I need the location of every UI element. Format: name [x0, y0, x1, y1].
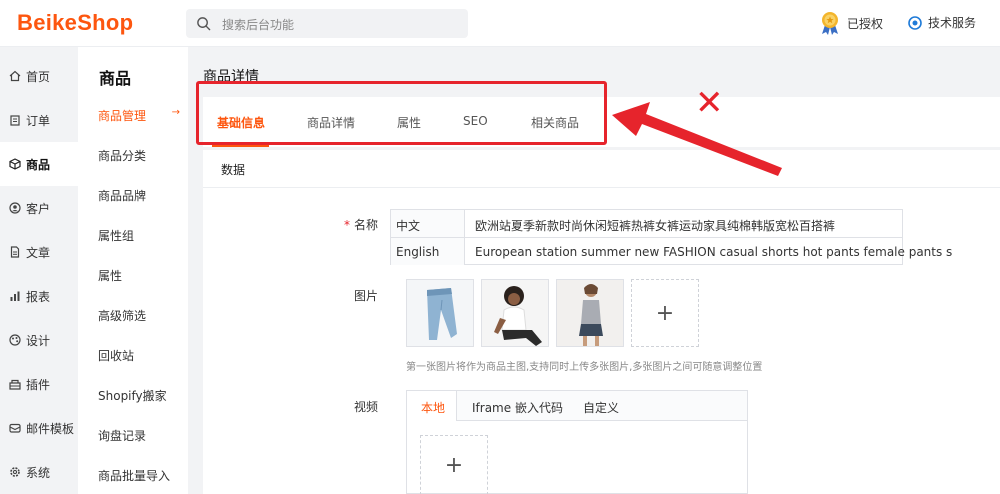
box-icon [9, 158, 21, 170]
video-tab-local[interactable]: 本地 [421, 399, 445, 416]
video-tab-custom[interactable]: 自定义 [583, 399, 619, 416]
home-icon [9, 70, 21, 82]
search-icon [197, 17, 211, 31]
nav-label: 文章 [26, 245, 51, 260]
subnav-label: 商品管理 [98, 109, 147, 123]
nav-item-design[interactable]: 设计 [0, 318, 78, 362]
model-standing-image [557, 280, 623, 346]
support-icon [908, 15, 922, 30]
name-input-en[interactable]: European station summer new FASHION casu… [475, 245, 952, 259]
bar-chart-icon [10, 291, 20, 301]
subnav-item-product-management[interactable]: 商品管理 → [98, 107, 184, 124]
add-video-button[interactable]: + [420, 435, 488, 494]
nav-label: 订单 [26, 113, 51, 128]
plugin-icon [9, 379, 21, 390]
subnav-item-recycle-bin[interactable]: 回收站 [98, 347, 184, 364]
nav-item-customers[interactable]: 客户 [0, 186, 78, 230]
subnav-item-attribute-groups[interactable]: 属性组 [98, 227, 184, 244]
mail-icon [9, 423, 21, 433]
search-box[interactable]: 搜索后台功能 [186, 9, 468, 38]
medal-icon [822, 12, 838, 35]
active-tab-indicator [212, 145, 269, 147]
authorized-label: 已授权 [847, 16, 884, 31]
subnav-item-categories[interactable]: 商品分类 [98, 147, 184, 164]
name-label-text: 名称 [353, 218, 378, 232]
nav-label: 插件 [26, 377, 51, 392]
nav-label: 系统 [26, 465, 51, 480]
add-image-button[interactable]: + [631, 279, 699, 347]
nav-item-system[interactable]: 系统 [0, 450, 78, 494]
tech-service-link[interactable]: 技术服务 [908, 14, 976, 31]
search-placeholder: 搜索后台功能 [222, 18, 295, 32]
model-photo-image [482, 280, 548, 346]
palette-icon [9, 334, 21, 346]
video-tabs: 本地 Iframe 嵌入代码 自定义 + [406, 390, 748, 494]
nav-item-articles[interactable]: 文章 [0, 230, 78, 274]
user-circle-icon [9, 202, 21, 214]
arrow-right-icon: → [171, 107, 180, 118]
video-field-label: 视频 [353, 400, 378, 414]
name-input-zh[interactable]: 欧洲站夏季新款时尚休闲短裤热裤女裤运动家具纯棉韩版宽松百搭裤 [475, 217, 835, 234]
subnav-item-inquiry-records[interactable]: 询盘记录 [98, 427, 184, 444]
product-image-thumbnail[interactable] [556, 279, 624, 347]
jeans-image [407, 280, 473, 346]
nav-item-mail-templates[interactable]: 邮件模板 [0, 406, 78, 450]
video-tab-iframe[interactable]: Iframe 嵌入代码 [472, 399, 563, 416]
lang-label: 中文 [391, 210, 465, 237]
authorized-link[interactable]: 已授权 [819, 11, 883, 35]
name-row-en: English European station summer new FASH… [391, 237, 952, 265]
annotation-highlight-box [196, 81, 607, 145]
card-divider [203, 187, 1000, 188]
product-image-thumbnail[interactable] [406, 279, 474, 347]
nav-label: 商品 [26, 157, 51, 172]
secondary-nav-title: 商品 [99, 69, 132, 88]
cross-mark-icon: ✕ [695, 83, 724, 123]
subnav-item-brands[interactable]: 商品品牌 [98, 187, 184, 204]
nav-label: 首页 [26, 69, 51, 84]
nav-item-products[interactable]: 商品 [0, 142, 78, 186]
gear-icon [10, 467, 20, 477]
image-field-label: 图片 [353, 289, 378, 303]
main-content: 商品详情 基础信息 商品详情 属性 SEO 相关商品 数据 * 名称 中文 欧洲站… [188, 47, 1000, 494]
card-title: 数据 [221, 163, 246, 177]
nav-item-home[interactable]: 首页 [0, 54, 78, 98]
nav-label: 邮件模板 [26, 421, 75, 436]
clipboard-icon [10, 115, 20, 126]
nav-label: 设计 [26, 333, 51, 348]
name-field-label: * 名称 [343, 216, 378, 233]
top-header: BeikeShop 搜索后台功能 已授权 技术服务 [0, 0, 1000, 47]
nav-label: 报表 [26, 289, 51, 304]
product-image-thumbnail[interactable] [481, 279, 549, 347]
secondary-nav: 商品 商品管理 → 商品分类 商品品牌 属性组 属性 高级筛选 回收站 Shop… [78, 47, 188, 494]
data-card: 数据 * 名称 中文 欧洲站夏季新款时尚休闲短裤热裤女裤运动家具纯棉韩版宽松百搭裤… [203, 150, 1000, 494]
nav-item-plugins[interactable]: 插件 [0, 362, 78, 406]
subnav-item-shopify-migration[interactable]: Shopify搬家 [98, 387, 184, 404]
nav-item-reports[interactable]: 报表 [0, 274, 78, 318]
name-table: 中文 欧洲站夏季新款时尚休闲短裤热裤女裤运动家具纯棉韩版宽松百搭裤 Englis… [390, 209, 952, 265]
tech-service-label: 技术服务 [928, 16, 977, 30]
name-row-zh: 中文 欧洲站夏季新款时尚休闲短裤热裤女裤运动家具纯棉韩版宽松百搭裤 [391, 210, 902, 237]
video-tabs-header: 本地 Iframe 嵌入代码 自定义 [407, 391, 747, 421]
subnav-item-advanced-filter[interactable]: 高级筛选 [98, 307, 184, 324]
nav-item-orders[interactable]: 订单 [0, 98, 78, 142]
logo[interactable]: BeikeShop [17, 10, 133, 36]
required-marker: * [343, 218, 350, 232]
lang-label: English [391, 238, 465, 265]
subnav-item-attributes[interactable]: 属性 [98, 267, 184, 284]
document-icon [10, 246, 20, 258]
image-hint: 第一张图片将作为商品主图,支持同时上传多张图片,多张图片之间可随意调整位置 [406, 362, 763, 373]
primary-nav: 首页 订单 商品 客户 文章 报表 设计 插件 邮件模板 系统 [0, 47, 78, 494]
subnav-item-bulk-import[interactable]: 商品批量导入 [98, 467, 184, 484]
nav-label: 客户 [26, 201, 51, 216]
